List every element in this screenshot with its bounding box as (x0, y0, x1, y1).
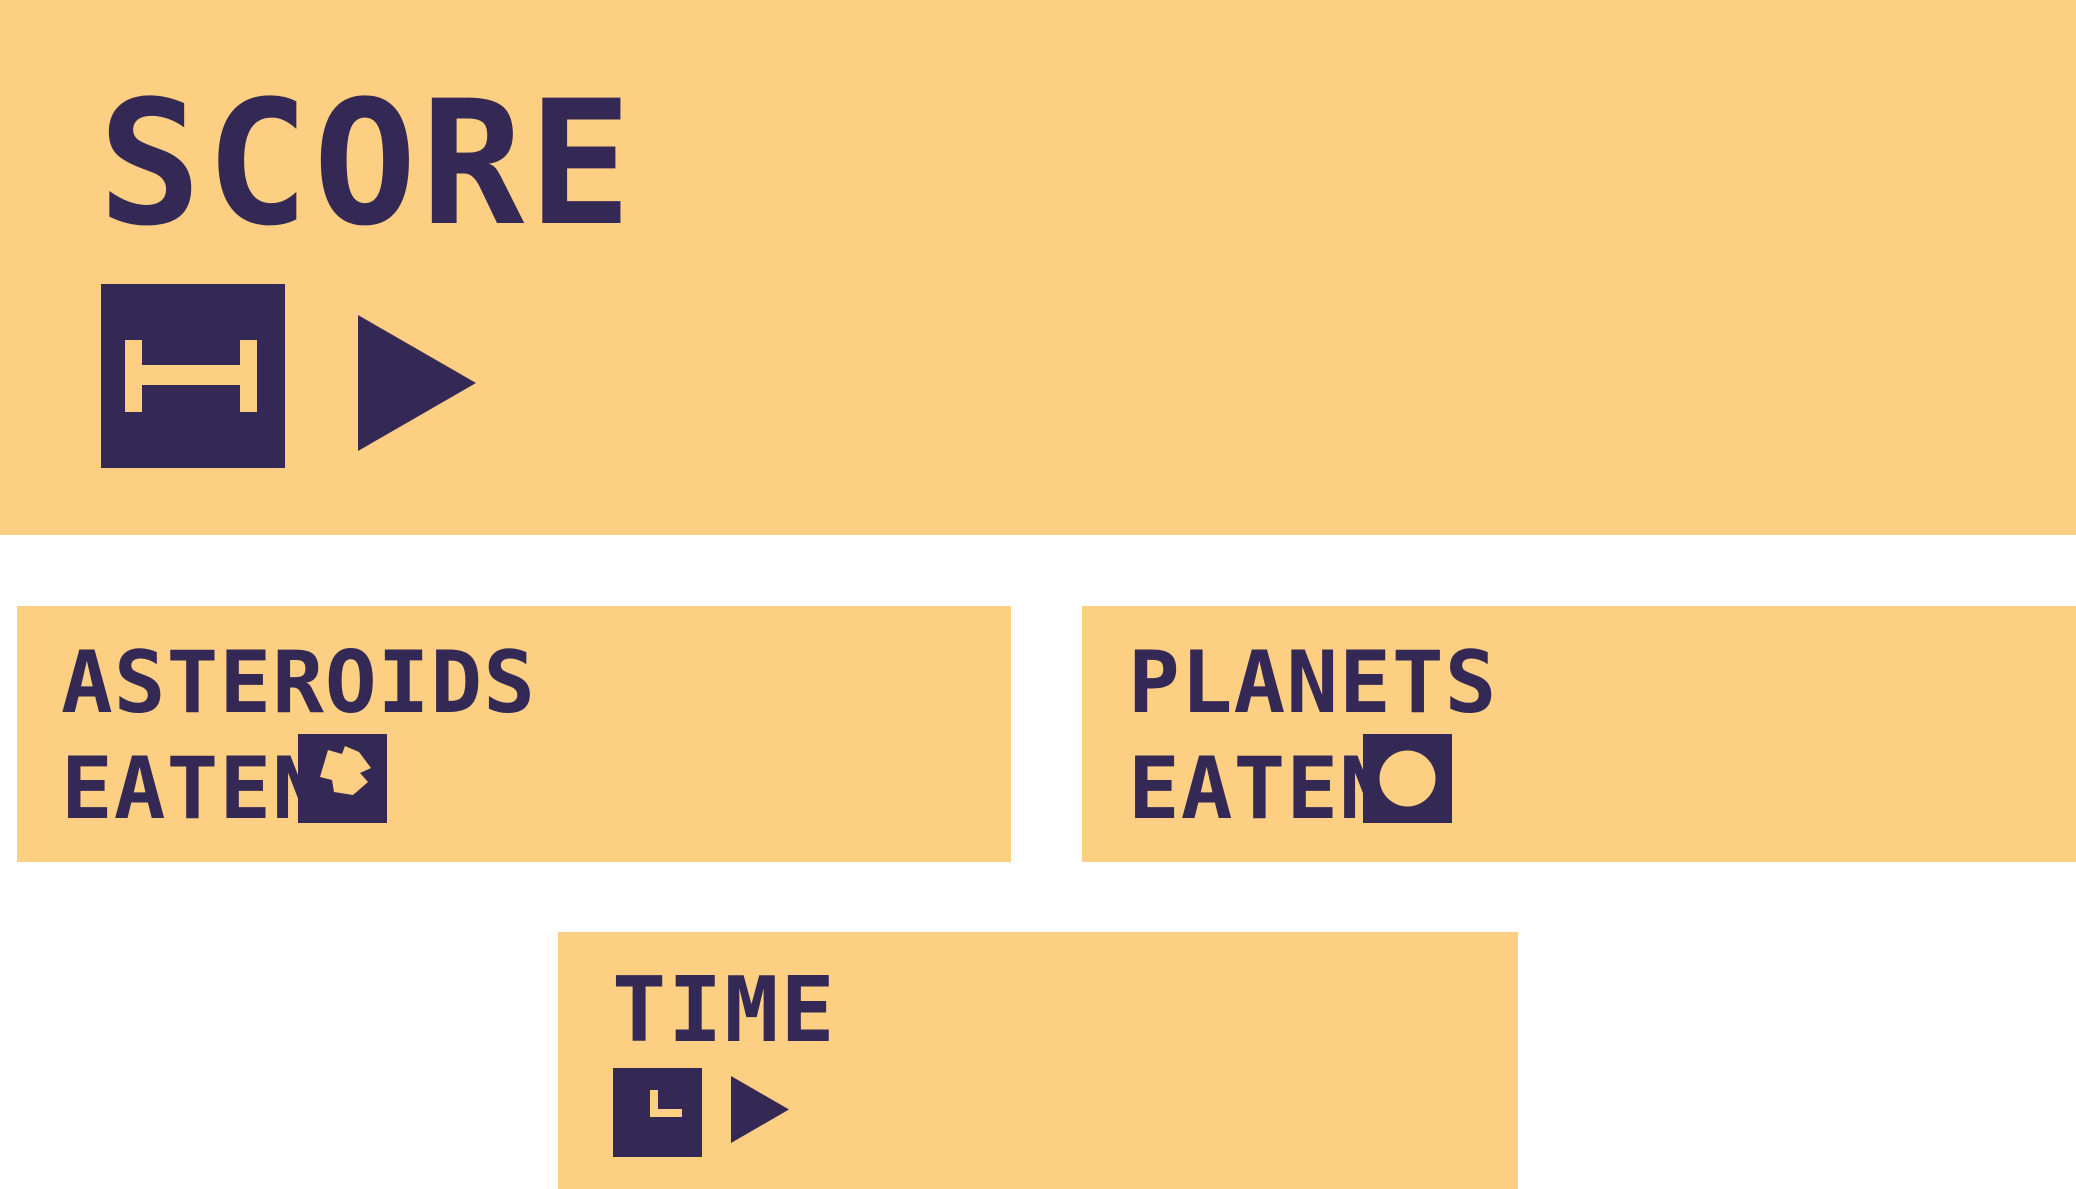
asteroid-icon (298, 734, 387, 823)
clock-icon[interactable] (613, 1068, 702, 1157)
play-icon[interactable] (358, 315, 476, 451)
planet-icon (1363, 734, 1452, 823)
time-title: TIME (612, 958, 837, 1063)
asteroids-eaten-panel: ASTEROIDS EATEN (17, 606, 1011, 862)
asteroids-eaten-label: EATEN (61, 739, 325, 839)
play-icon[interactable] (731, 1076, 789, 1143)
score-title: SCORE (98, 63, 636, 264)
planets-eaten-panel: PLANETS EATEN (1082, 606, 2076, 862)
score-panel: SCORE (0, 0, 2076, 535)
time-panel: TIME (558, 932, 1518, 1189)
asteroids-label: ASTEROIDS (61, 633, 536, 733)
planets-label: PLANETS (1128, 633, 1498, 733)
h-key-icon[interactable] (101, 284, 285, 468)
planets-eaten-label: EATEN (1128, 739, 1392, 839)
